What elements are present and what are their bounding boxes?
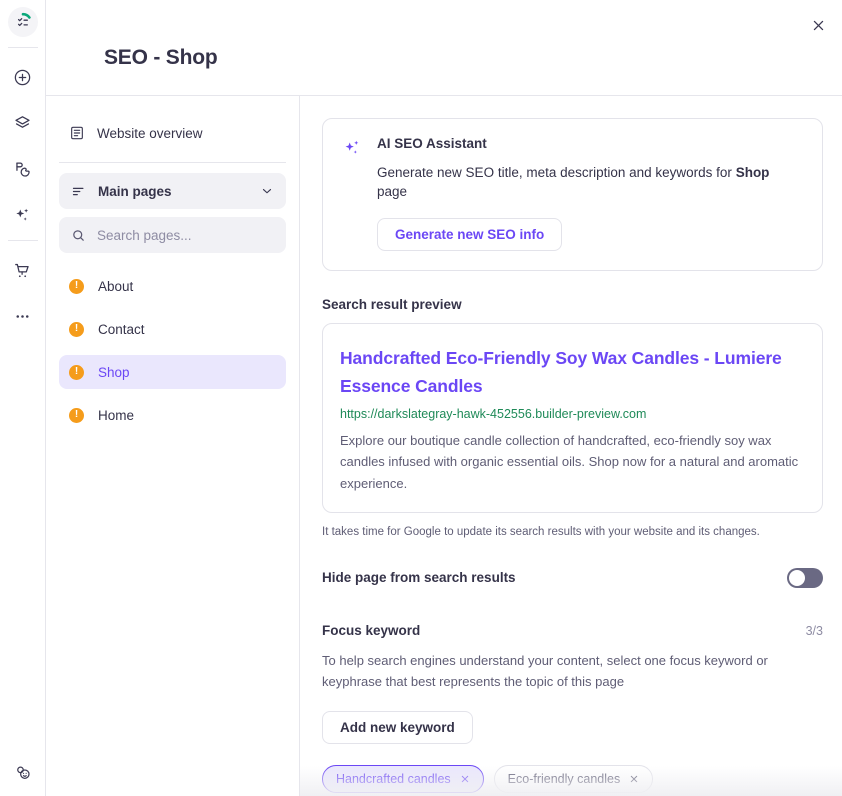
more-horizontal-icon[interactable]: [7, 300, 39, 332]
plus-circle-icon[interactable]: [7, 61, 39, 93]
preview-title[interactable]: Handcrafted Eco-Friendly Soy Wax Candles…: [340, 344, 805, 401]
chevron-down-icon[interactable]: [260, 184, 274, 198]
warning-icon: !: [69, 365, 84, 380]
seo-panel-screen: SEO - Shop Website overview: [0, 0, 842, 796]
focus-keyword-header: Focus keyword 3/3: [322, 623, 823, 638]
people-smiley-icon[interactable]: [7, 756, 39, 788]
panel-body: Website overview Main pages: [46, 96, 842, 796]
page-list-item-about[interactable]: ! About: [59, 269, 286, 303]
keyword-chip[interactable]: Handcrafted candles: [322, 765, 484, 793]
page-list-item-label: Contact: [98, 322, 145, 337]
sidebar-item-website-overview[interactable]: Website overview: [59, 116, 286, 150]
sidebar-item-label: Website overview: [97, 126, 203, 141]
document-list-icon: [69, 125, 85, 141]
sort-lines-icon: [71, 184, 86, 199]
focus-keyword-count: 3/3: [806, 624, 823, 638]
keyword-chip-list: Handcrafted candles Eco-friendly candles…: [322, 765, 792, 796]
seo-panel: SEO - Shop Website overview: [46, 0, 842, 796]
left-icon-rail: [0, 0, 46, 796]
panel-header: SEO - Shop: [46, 0, 842, 96]
seo-content: AI SEO Assistant Generate new SEO title,…: [300, 96, 842, 796]
sidebar-divider: [59, 162, 286, 163]
ai-seo-assistant-card: AI SEO Assistant Generate new SEO title,…: [322, 118, 823, 271]
keyword-chip-label: Handcrafted candles: [336, 772, 451, 786]
page-title: SEO - Shop: [104, 46, 218, 70]
search-result-preview-card: Handcrafted Eco-Friendly Soy Wax Candles…: [322, 323, 823, 513]
keyword-chip[interactable]: Eco-friendly candles: [494, 765, 654, 793]
add-new-keyword-button[interactable]: Add new keyword: [322, 711, 473, 744]
focus-keyword-description: To help search engines understand your c…: [322, 650, 797, 692]
page-list: ! About ! Contact ! Shop ! Home: [59, 269, 286, 432]
generate-seo-info-button[interactable]: Generate new SEO info: [377, 218, 562, 251]
search-input[interactable]: [97, 228, 274, 243]
sparkle-ai-icon[interactable]: [7, 199, 39, 231]
focus-keyword-label: Focus keyword: [322, 623, 420, 638]
ai-card-description: Generate new SEO title, meta description…: [377, 164, 803, 202]
warning-icon: !: [69, 408, 84, 423]
page-list-item-label: Shop: [98, 365, 130, 380]
hide-page-row: Hide page from search results: [322, 568, 823, 588]
design-palette-icon[interactable]: [7, 153, 39, 185]
rail-divider-top: [8, 47, 38, 48]
rail-divider-mid: [8, 240, 38, 241]
preview-url[interactable]: https://darkslategray-hawk-452556.builde…: [340, 406, 805, 424]
warning-icon: !: [69, 279, 84, 294]
toggle-knob: [789, 570, 805, 586]
warning-icon: !: [69, 322, 84, 337]
close-icon[interactable]: [629, 774, 639, 784]
keyword-chip-label: Eco-friendly candles: [508, 772, 621, 786]
page-list-item-home[interactable]: ! Home: [59, 398, 286, 432]
ai-card-body: AI SEO Assistant Generate new SEO title,…: [377, 136, 803, 251]
ai-card-title: AI SEO Assistant: [377, 136, 803, 151]
checklist-circle-icon[interactable]: [8, 7, 38, 37]
ai-desc-page-name: Shop: [736, 165, 770, 180]
page-list-item-contact[interactable]: ! Contact: [59, 312, 286, 346]
search-icon: [71, 228, 86, 243]
page-list-item-label: About: [98, 279, 133, 294]
ai-desc-after: page: [377, 184, 407, 199]
google-update-note: It takes time for Google to update its s…: [322, 526, 823, 538]
pages-group-label: Main pages: [98, 184, 172, 199]
pages-group-main-pages[interactable]: Main pages: [59, 173, 286, 209]
shopping-cart-icon[interactable]: [7, 254, 39, 286]
pages-sidebar: Website overview Main pages: [46, 96, 300, 796]
close-icon[interactable]: [804, 11, 832, 39]
preview-description: Explore our boutique candle collection o…: [340, 430, 805, 494]
search-result-preview-label: Search result preview: [322, 297, 823, 312]
hide-page-label: Hide page from search results: [322, 570, 516, 585]
hide-page-toggle[interactable]: [787, 568, 823, 588]
close-icon[interactable]: [460, 774, 470, 784]
page-list-item-label: Home: [98, 408, 134, 423]
page-list-item-shop[interactable]: ! Shop: [59, 355, 286, 389]
sparkle-ai-icon: [342, 136, 363, 251]
layers-icon[interactable]: [7, 107, 39, 139]
search-pages-box[interactable]: [59, 217, 286, 253]
ai-desc-before: Generate new SEO title, meta description…: [377, 165, 736, 180]
